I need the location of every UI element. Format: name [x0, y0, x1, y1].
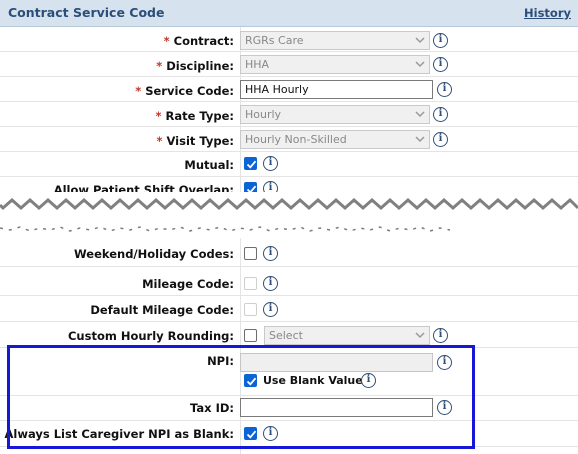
service-code-row: * Service Code: HHA Hourly i	[0, 77, 578, 102]
contract-select[interactable]: RGRs Care	[240, 31, 430, 50]
history-link[interactable]: History	[524, 6, 571, 20]
visit-type-select-value: Hourly Non-Skilled	[245, 133, 347, 146]
custom-rounding-label: Custom Hourly Rounding:	[67, 329, 234, 343]
contract-label-text: Contract:	[173, 34, 234, 48]
info-icon[interactable]: i	[263, 276, 278, 291]
default-mileage-code-label: Default Mileage Code:	[90, 303, 234, 317]
custom-rounding-checkbox[interactable]	[244, 329, 257, 342]
chevron-down-icon	[415, 332, 425, 339]
checkmark-icon	[246, 160, 257, 169]
info-icon[interactable]: i	[433, 328, 448, 343]
rate-type-label: * Rate Type:	[155, 109, 234, 123]
mileage-code-label: Mileage Code:	[142, 277, 234, 291]
default-mileage-code-checkbox[interactable]	[244, 303, 257, 316]
required-mark: *	[156, 59, 163, 73]
info-icon[interactable]: i	[263, 246, 278, 261]
contract-select-value: RGRs Care	[245, 34, 304, 47]
section-header: Contract Service Code History	[0, 0, 578, 27]
required-mark: *	[135, 84, 142, 98]
discipline-select-value: HHA	[245, 58, 270, 71]
highlight-box	[7, 345, 475, 449]
torn-edge-separator	[0, 192, 578, 232]
visit-type-row: * Visit Type: Hourly Non-Skilled i	[0, 127, 578, 152]
chevron-down-icon	[415, 136, 425, 143]
discipline-select[interactable]: HHA	[240, 55, 430, 74]
info-icon[interactable]: i	[433, 33, 448, 48]
mutual-row: Mutual: i	[0, 152, 578, 177]
service-code-label: * Service Code:	[135, 84, 234, 98]
rate-type-row: * Rate Type: Hourly i	[0, 102, 578, 127]
info-icon[interactable]: i	[433, 107, 448, 122]
mutual-checkbox[interactable]	[244, 157, 257, 170]
mutual-label: Mutual:	[184, 158, 234, 172]
contract-label: * Contract:	[164, 34, 234, 48]
weekend-codes-checkbox[interactable]	[244, 247, 257, 260]
weekend-codes-row: Weekend/Holiday Codes: i	[0, 240, 578, 267]
required-mark: *	[163, 34, 170, 48]
rate-type-select[interactable]: Hourly	[240, 105, 430, 124]
info-icon[interactable]: i	[433, 57, 448, 72]
mileage-code-row: Mileage Code: i	[0, 270, 578, 296]
weekend-codes-label: Weekend/Holiday Codes:	[74, 247, 234, 261]
rate-type-select-value: Hourly	[245, 108, 282, 121]
discipline-label-text: Discipline:	[166, 59, 234, 73]
service-code-label-text: Service Code:	[145, 84, 234, 98]
visit-type-label: * Visit Type:	[156, 134, 234, 148]
required-mark: *	[156, 134, 163, 148]
info-icon[interactable]: i	[437, 82, 452, 97]
info-icon[interactable]: i	[263, 156, 278, 171]
default-mileage-code-row: Default Mileage Code: i	[0, 296, 578, 322]
section-title: Contract Service Code	[8, 5, 165, 20]
chevron-down-icon	[415, 61, 425, 68]
info-icon[interactable]: i	[263, 302, 278, 317]
rate-type-label-text: Rate Type:	[165, 109, 234, 123]
chevron-down-icon	[415, 111, 425, 118]
mileage-code-checkbox[interactable]	[244, 277, 257, 290]
custom-rounding-select-value: Select	[269, 329, 303, 342]
custom-rounding-select[interactable]: Select	[264, 326, 430, 345]
required-mark: *	[155, 109, 162, 123]
visit-type-label-text: Visit Type:	[166, 134, 234, 148]
info-icon[interactable]: i	[433, 132, 448, 147]
service-code-input[interactable]: HHA Hourly	[240, 80, 433, 99]
chevron-down-icon	[415, 37, 425, 44]
discipline-label: * Discipline:	[156, 59, 234, 73]
discipline-row: * Discipline: HHA i	[0, 52, 578, 77]
visit-type-select[interactable]: Hourly Non-Skilled	[240, 130, 430, 149]
contract-row: * Contract: RGRs Care i	[0, 27, 578, 52]
